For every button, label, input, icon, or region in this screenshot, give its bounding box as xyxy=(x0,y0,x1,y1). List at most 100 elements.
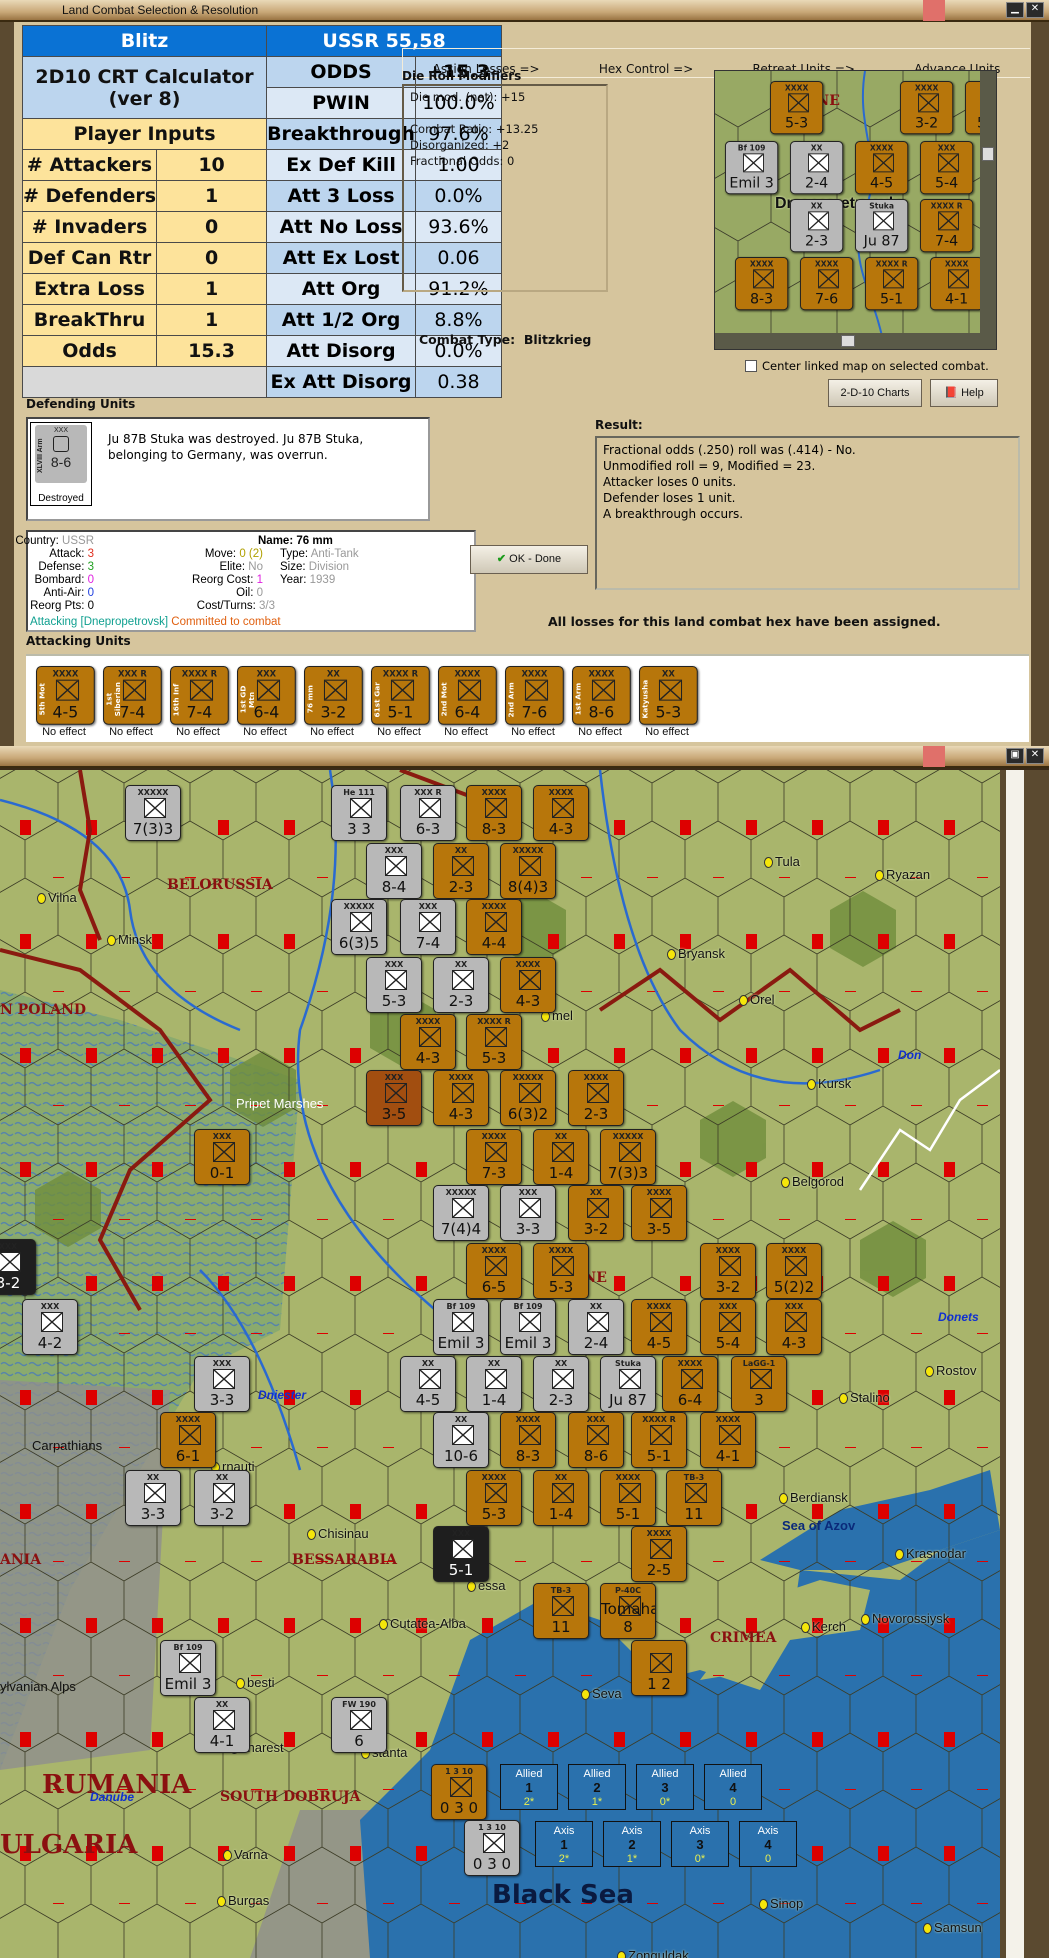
unit-counter[interactable]: XX 2-3 xyxy=(533,1356,589,1412)
unit-counter[interactable]: XX 2-3 xyxy=(790,199,844,253)
unit-counter[interactable]: TB-3 11 xyxy=(666,1470,722,1526)
unit-counter[interactable]: XXXX 5(2)2 xyxy=(766,1243,822,1299)
input-value[interactable]: 0 xyxy=(156,242,268,274)
input-value[interactable]: 0 xyxy=(156,211,268,243)
unit-counter[interactable]: Stuka Ju 87 xyxy=(600,1356,656,1412)
unit-counter[interactable]: Bf 109 Emil 3 xyxy=(500,1299,556,1355)
unit-counter[interactable]: XXXX 8-3 xyxy=(735,257,789,311)
unit-counter[interactable]: XXXX 3-2 xyxy=(900,81,954,135)
center-map-option[interactable]: Center linked map on selected combat. xyxy=(745,359,989,373)
unit-counter[interactable]: XXXX 7-3 xyxy=(466,1129,522,1185)
close-button[interactable]: ✕ xyxy=(1026,748,1044,764)
unit-counter[interactable]: XX 4-5 xyxy=(400,1356,456,1412)
input-value[interactable]: 1 xyxy=(156,180,268,212)
unit-counter[interactable]: XXXX R 7-4 xyxy=(920,199,974,253)
unit-counter[interactable]: XXXX 2-5 xyxy=(631,1526,687,1582)
unit-counter[interactable]: XXXXX 7(3)3 xyxy=(600,1129,656,1185)
unit-counter[interactable]: XX 1-4 xyxy=(466,1356,522,1412)
unit-counter[interactable]: XXX 8-6 xyxy=(568,1412,624,1468)
unit-counter[interactable]: XXXX 4-3 xyxy=(500,957,556,1013)
unit-counter[interactable]: XXX 4-3 xyxy=(766,1299,822,1355)
unit-counter[interactable]: XXX 3-5 xyxy=(366,1070,422,1126)
unit-counter[interactable]: XXXXX 8(4)3 xyxy=(500,843,556,899)
unit-counter[interactable]: XX 1-4 xyxy=(533,1470,589,1526)
restore-button[interactable]: ▣ xyxy=(1006,748,1024,764)
naval-box-axis[interactable]: Axis 1 2* xyxy=(535,1821,593,1867)
unit-counter[interactable]: XXXX 3-5 xyxy=(631,1185,687,1241)
unit-counter[interactable]: XXXXX 7(3)3 xyxy=(125,785,181,841)
unit-counter[interactable]: XXXX 8-3 xyxy=(500,1412,556,1468)
unit-counter[interactable]: TB-3 11 xyxy=(533,1583,589,1639)
unit-counter[interactable]: XXXX 4-3 xyxy=(533,785,589,841)
unit-counter[interactable]: XXX 3-2 xyxy=(0,1239,36,1295)
input-value[interactable]: 1 xyxy=(156,273,268,305)
unit-counter[interactable]: XXX 8-4 xyxy=(366,843,422,899)
unit-counter[interactable]: XXXX 4-5 xyxy=(631,1299,687,1355)
mini-map-vertical-scrollbar[interactable] xyxy=(980,71,996,335)
unit-counter[interactable]: XXX 4-2 xyxy=(22,1299,78,1355)
input-value[interactable]: 1 xyxy=(156,304,268,336)
unit-counter[interactable]: XXXX 3-2 xyxy=(700,1243,756,1299)
unit-counter[interactable]: XXXX 6-1 xyxy=(160,1412,216,1468)
input-value[interactable]: 10 xyxy=(156,149,268,181)
unit-counter[interactable]: XXX 3-3 xyxy=(194,1356,250,1412)
crt-charts-button[interactable]: 2-D-10 Charts xyxy=(828,379,922,407)
unit-counter[interactable]: XX 4-1 xyxy=(194,1697,250,1753)
unit-counter[interactable]: XXXX 2-3 xyxy=(568,1070,624,1126)
unit-counter[interactable]: Stuka Ju 87 xyxy=(855,199,909,253)
unit-counter[interactable]: XXXXX 6(3)2 xyxy=(500,1070,556,1126)
unit-counter[interactable]: XXX R 6-3 xyxy=(400,785,456,841)
unit-counter[interactable]: XX 2-3 xyxy=(433,957,489,1013)
unit-counter[interactable]: XXXX 1st Arm 8-6 xyxy=(572,666,631,725)
scroll-track[interactable] xyxy=(1006,770,1024,1958)
hex-map[interactable]: Vilna Minsk Bryansk Tula Ryazan Orel Kursk Belg… xyxy=(0,770,1000,1958)
naval-box-allied[interactable]: Allied 3 0* xyxy=(636,1764,694,1810)
unit-counter[interactable]: XX 3-2 xyxy=(194,1470,250,1526)
unit-counter[interactable]: XXXXX 7(4)4 xyxy=(433,1185,489,1241)
naval-box-axis[interactable]: Axis 2 1* xyxy=(603,1821,661,1867)
unit-counter[interactable]: XXX R 1st Siberian 7-4 xyxy=(103,666,162,725)
unit-counter[interactable]: XXXX 4-3 xyxy=(433,1070,489,1126)
unit-counter[interactable]: XXXX 5th Mot 4-5 xyxy=(36,666,95,725)
unit-counter[interactable]: XXXX 4-5 xyxy=(855,141,909,195)
unit-counter[interactable]: XX 2-3 xyxy=(433,843,489,899)
unit-counter[interactable]: XX 10-6 xyxy=(433,1412,489,1468)
naval-box-allied[interactable]: Allied 1 2* xyxy=(500,1764,558,1810)
map-vertical-scrollbar[interactable] xyxy=(1000,770,1049,1958)
unit-counter[interactable]: XXXX 8-3 xyxy=(466,785,522,841)
unit-counter[interactable]: XXX 5-1 xyxy=(433,1526,489,1582)
unit-counter[interactable]: XXXX 2nd Arm 7-6 xyxy=(505,666,564,725)
scroll-thumb[interactable] xyxy=(841,335,855,347)
naval-box-allied[interactable]: Allied 2 1* xyxy=(568,1764,626,1810)
unit-counter[interactable]: XXX 1st GD Mtn 6-4 xyxy=(237,666,296,725)
unit-counter[interactable]: XX 76 mm 3-2 xyxy=(304,666,363,725)
unit-counter[interactable]: XXXX 5-3 xyxy=(770,81,824,135)
unit-counter[interactable]: XXXX 2nd Mot 6-4 xyxy=(438,666,497,725)
mini-map-horizontal-scrollbar[interactable] xyxy=(715,333,996,349)
unit-counter[interactable]: 1 3 10 0 3 0 xyxy=(431,1764,487,1820)
unit-counter[interactable]: XXXX 5-3 xyxy=(533,1243,589,1299)
unit-counter[interactable]: Bf 109 Emil 3 xyxy=(160,1640,216,1696)
unit-counter[interactable]: XX 3-3 xyxy=(125,1470,181,1526)
naval-box-allied[interactable]: Allied 4 0 xyxy=(704,1764,762,1810)
ok-done-button[interactable]: ✔ OK - Done xyxy=(470,545,588,574)
unit-counter[interactable]: XXX 5-4 xyxy=(920,141,974,195)
help-button[interactable]: 📕 Help xyxy=(930,379,998,407)
unit-counter[interactable]: Bf 109 Emil 3 xyxy=(433,1299,489,1355)
unit-counter[interactable]: XXXX R 5-1 xyxy=(865,257,919,311)
unit-counter[interactable]: XXX 0-1 xyxy=(194,1129,250,1185)
step-hex-control[interactable]: Hex Control => xyxy=(599,62,693,76)
unit-counter[interactable]: XXXX 4-4 xyxy=(466,899,522,955)
unit-counter[interactable]: XXXX 5-3 xyxy=(466,1470,522,1526)
unit-counter[interactable]: XXXX R 61st Gar 5-1 xyxy=(371,666,430,725)
unit-counter[interactable]: LaGG-1 3 xyxy=(731,1356,787,1412)
unit-counter[interactable]: FW 190 6 xyxy=(331,1697,387,1753)
unit-counter[interactable]: 1 2 xyxy=(631,1640,687,1696)
unit-counter[interactable]: XXXX R 5-3 xyxy=(466,1014,522,1070)
unit-counter[interactable]: P-40C Tomahawk 8 xyxy=(600,1583,656,1639)
unit-counter[interactable]: XXXX R 5-1 xyxy=(631,1412,687,1468)
defending-unit[interactable]: XLVIII Arm XXX 8-6 Destroyed xyxy=(30,422,92,506)
unit-counter[interactable]: XXX 3-3 xyxy=(500,1185,556,1241)
unit-counter[interactable]: XXXX 6-4 xyxy=(662,1356,718,1412)
unit-counter[interactable]: XXXX R 16th Inf 7-4 xyxy=(170,666,229,725)
